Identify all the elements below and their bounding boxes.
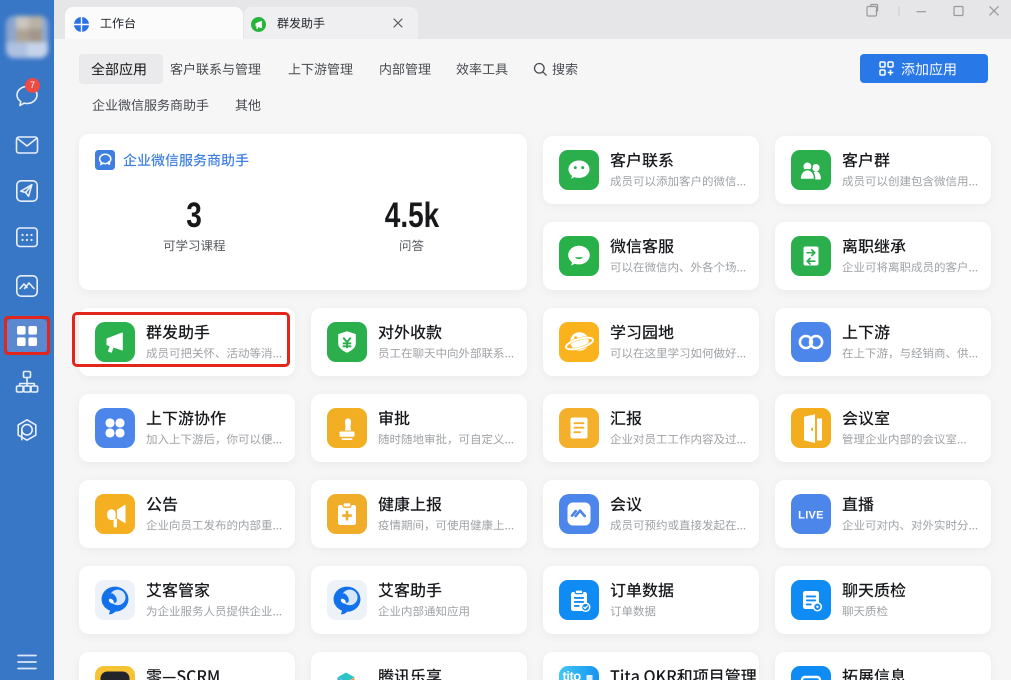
svg-text:tito: tito bbox=[563, 669, 582, 680]
svg-text:LIVE: LIVE bbox=[798, 510, 824, 522]
